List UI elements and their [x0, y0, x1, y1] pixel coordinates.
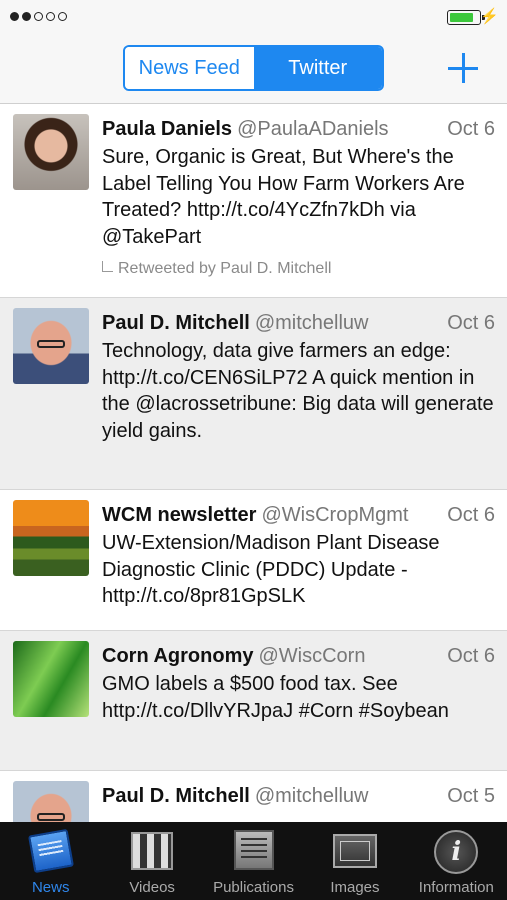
info-icon: i [434, 830, 479, 874]
tweet-row[interactable]: Corn Agronomy @WiscCorn Oct 6 GMO labels… [0, 631, 507, 771]
tweet-author-name: Paul D. Mitchell [102, 785, 250, 807]
segment-twitter[interactable]: Twitter [253, 47, 382, 89]
tweet-text: Technology, data give farmers an edge: h… [102, 340, 494, 442]
tweet-author-name: WCM newsletter [102, 504, 257, 526]
retweet-label: Retweeted by Paul D. Mitchell [118, 260, 332, 277]
retweet-icon [102, 260, 113, 272]
tab-images[interactable]: Images [304, 822, 405, 900]
feed-segmented-control: News Feed Twitter [123, 45, 384, 91]
tweet-feed[interactable]: Paula Daniels @PaulaADaniels Oct 6 Sure,… [0, 104, 507, 822]
tweet-row[interactable]: Paul D. Mitchell @mitchelluw Oct 5 [0, 771, 507, 822]
charging-icon: ⚡ [480, 8, 499, 25]
tweet-text: UW-Extension/Madison Plant Disease Diagn… [102, 532, 440, 607]
tweet-author-handle: @WiscCorn [258, 645, 366, 667]
tab-news[interactable]: News [0, 822, 101, 900]
tweet-author-name: Corn Agronomy [102, 645, 254, 667]
tab-label: Information [418, 879, 494, 896]
tweet-text: Sure, Organic is Great, But Where's the … [102, 146, 465, 248]
avatar[interactable] [13, 500, 89, 576]
images-icon [332, 834, 377, 868]
tweet-date: Oct 6 [447, 645, 495, 667]
tab-bar: News Videos Publications Images i Inform… [0, 822, 507, 900]
tweet-author-handle: @mitchelluw [254, 785, 369, 807]
tab-label: Images [330, 879, 380, 896]
avatar[interactable] [13, 641, 89, 717]
tab-label: Publications [213, 879, 294, 896]
tab-label: News [31, 879, 70, 896]
tweet-row[interactable]: Paul D. Mitchell @mitchelluw Oct 6 Techn… [0, 298, 507, 490]
avatar[interactable] [13, 114, 89, 190]
newspaper-icon [27, 828, 74, 874]
tab-publications[interactable]: Publications [203, 822, 304, 900]
publications-icon [233, 830, 274, 870]
tweet-date: Oct 6 [447, 312, 495, 334]
plus-icon[interactable] [443, 48, 483, 88]
avatar[interactable] [13, 781, 89, 822]
tweet-row[interactable]: Paula Daniels @PaulaADaniels Oct 6 Sure,… [0, 104, 507, 298]
status-bar: ⚡ [0, 0, 507, 36]
tweet-author-handle: @mitchelluw [254, 312, 369, 334]
tweet-date: Oct 6 [447, 118, 495, 140]
tweet-text: GMO labels a $500 food tax. See http://t… [102, 673, 449, 722]
tweet-author-handle: @WisCropMgmt [261, 504, 409, 526]
segment-news-feed[interactable]: News Feed [125, 47, 254, 89]
tab-information[interactable]: i Information [406, 822, 507, 900]
tweet-date: Oct 6 [447, 504, 495, 526]
tweet-author-handle: @PaulaADaniels [237, 118, 389, 140]
tweet-row[interactable]: WCM newsletter @WisCropMgmt Oct 6 UW-Ext… [0, 490, 507, 631]
tweet-date: Oct 5 [447, 785, 495, 807]
tweet-author-name: Paul D. Mitchell [102, 312, 250, 334]
battery-icon [447, 10, 485, 25]
clapperboard-icon [131, 832, 174, 870]
tweet-author-name: Paula Daniels [102, 118, 233, 140]
signal-strength-icon [10, 12, 67, 21]
retweet-info: Retweeted by Paul D. Mitchell [102, 260, 495, 278]
tab-label: Videos [129, 879, 175, 896]
avatar[interactable] [13, 308, 89, 384]
nav-bar: News Feed Twitter [0, 36, 507, 104]
battery-level [450, 13, 473, 22]
tab-videos[interactable]: Videos [101, 822, 202, 900]
